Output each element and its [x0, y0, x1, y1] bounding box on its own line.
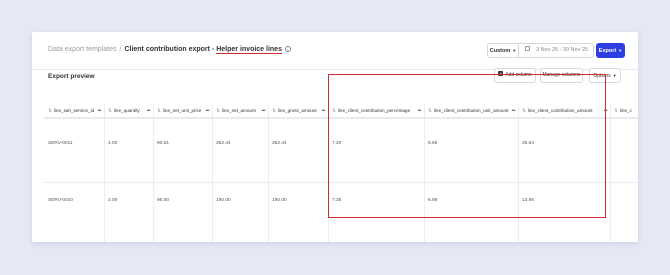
- calendar-icon: [525, 46, 530, 52]
- chevron-down-icon: ▼: [612, 73, 617, 78]
- column-header[interactable]: ⇅ line_net_amount •••: [212, 104, 268, 118]
- column-divider: [153, 104, 154, 242]
- sort-icon[interactable]: ⇅: [614, 108, 618, 113]
- table-cell: 2.00: [108, 198, 118, 203]
- highlight-annotation: [328, 74, 606, 218]
- column-header[interactable]: ⇅ line_net_unit_price •••: [153, 104, 212, 118]
- column-header[interactable]: ⇅ line_gross_amount •••: [268, 104, 328, 118]
- column-divider: [268, 104, 269, 242]
- page-subtitle: Helper invoice lines: [216, 46, 282, 54]
- column-header-label: line_sah_service_id: [53, 108, 95, 113]
- sort-icon[interactable]: ⇅: [48, 108, 52, 113]
- date-range-type-label: Custom: [489, 48, 511, 54]
- sort-icon[interactable]: ⇅: [157, 108, 161, 113]
- page-header: Data export templates / Client contributio…: [32, 32, 638, 70]
- column-header-label: line_gross_amount: [277, 108, 317, 113]
- date-range-value: 3 Nov 25 - 30 Nov 25: [536, 47, 588, 53]
- table-cell: 362.44: [216, 141, 231, 146]
- table-cell: SERV-0010: [48, 198, 73, 203]
- column-menu-icon[interactable]: •••: [322, 104, 326, 117]
- info-icon[interactable]: i: [284, 46, 291, 53]
- table-cell: SERV-0011: [48, 141, 73, 146]
- chevron-down-icon: ▼: [618, 48, 623, 53]
- breadcrumb-parent-link[interactable]: Data export templates: [48, 46, 116, 53]
- column-divider: [104, 104, 105, 242]
- export-preview-title: Export preview: [48, 73, 95, 80]
- sort-icon[interactable]: ⇅: [272, 108, 276, 113]
- table-cell: 4.00: [108, 141, 118, 146]
- column-header-label: line_c: [619, 108, 632, 113]
- export-button[interactable]: Export ▼: [596, 43, 625, 58]
- table-cell: 362.44: [272, 141, 287, 146]
- date-range-type-select[interactable]: Custom ▼: [487, 43, 519, 58]
- column-divider: [212, 104, 213, 242]
- table-cell: 95.00: [157, 198, 170, 203]
- chevron-down-icon: ▼: [512, 48, 517, 53]
- column-header-label: line_net_unit_price: [162, 108, 202, 113]
- breadcrumb: Data export templates / Client contributio…: [48, 46, 291, 54]
- column-menu-icon[interactable]: •••: [147, 104, 151, 117]
- table-cell: 190.00: [272, 198, 287, 203]
- column-header-label: line_net_amount: [221, 108, 256, 113]
- column-menu-icon[interactable]: •••: [262, 104, 266, 117]
- table-cell: 90.61: [157, 141, 170, 146]
- column-header-label: line_quantity: [113, 108, 140, 113]
- column-divider: [610, 104, 611, 242]
- column-menu-icon[interactable]: •••: [98, 104, 102, 117]
- breadcrumb-separator: /: [119, 46, 122, 53]
- page-title: Client contribution export -: [124, 46, 215, 53]
- column-menu-icon[interactable]: •••: [206, 104, 210, 117]
- column-header[interactable]: ⇅ line_quantity •••: [104, 104, 153, 118]
- column-header[interactable]: ⇅ line_sah_service_id •••: [44, 104, 104, 118]
- export-button-label: Export: [598, 48, 617, 54]
- date-range-picker[interactable]: 3 Nov 25 - 30 Nov 25: [518, 43, 594, 58]
- sort-icon[interactable]: ⇅: [108, 108, 112, 113]
- table-cell: 190.00: [216, 198, 231, 203]
- column-header[interactable]: ⇅ line_c: [610, 104, 638, 118]
- sort-icon[interactable]: ⇅: [216, 108, 220, 113]
